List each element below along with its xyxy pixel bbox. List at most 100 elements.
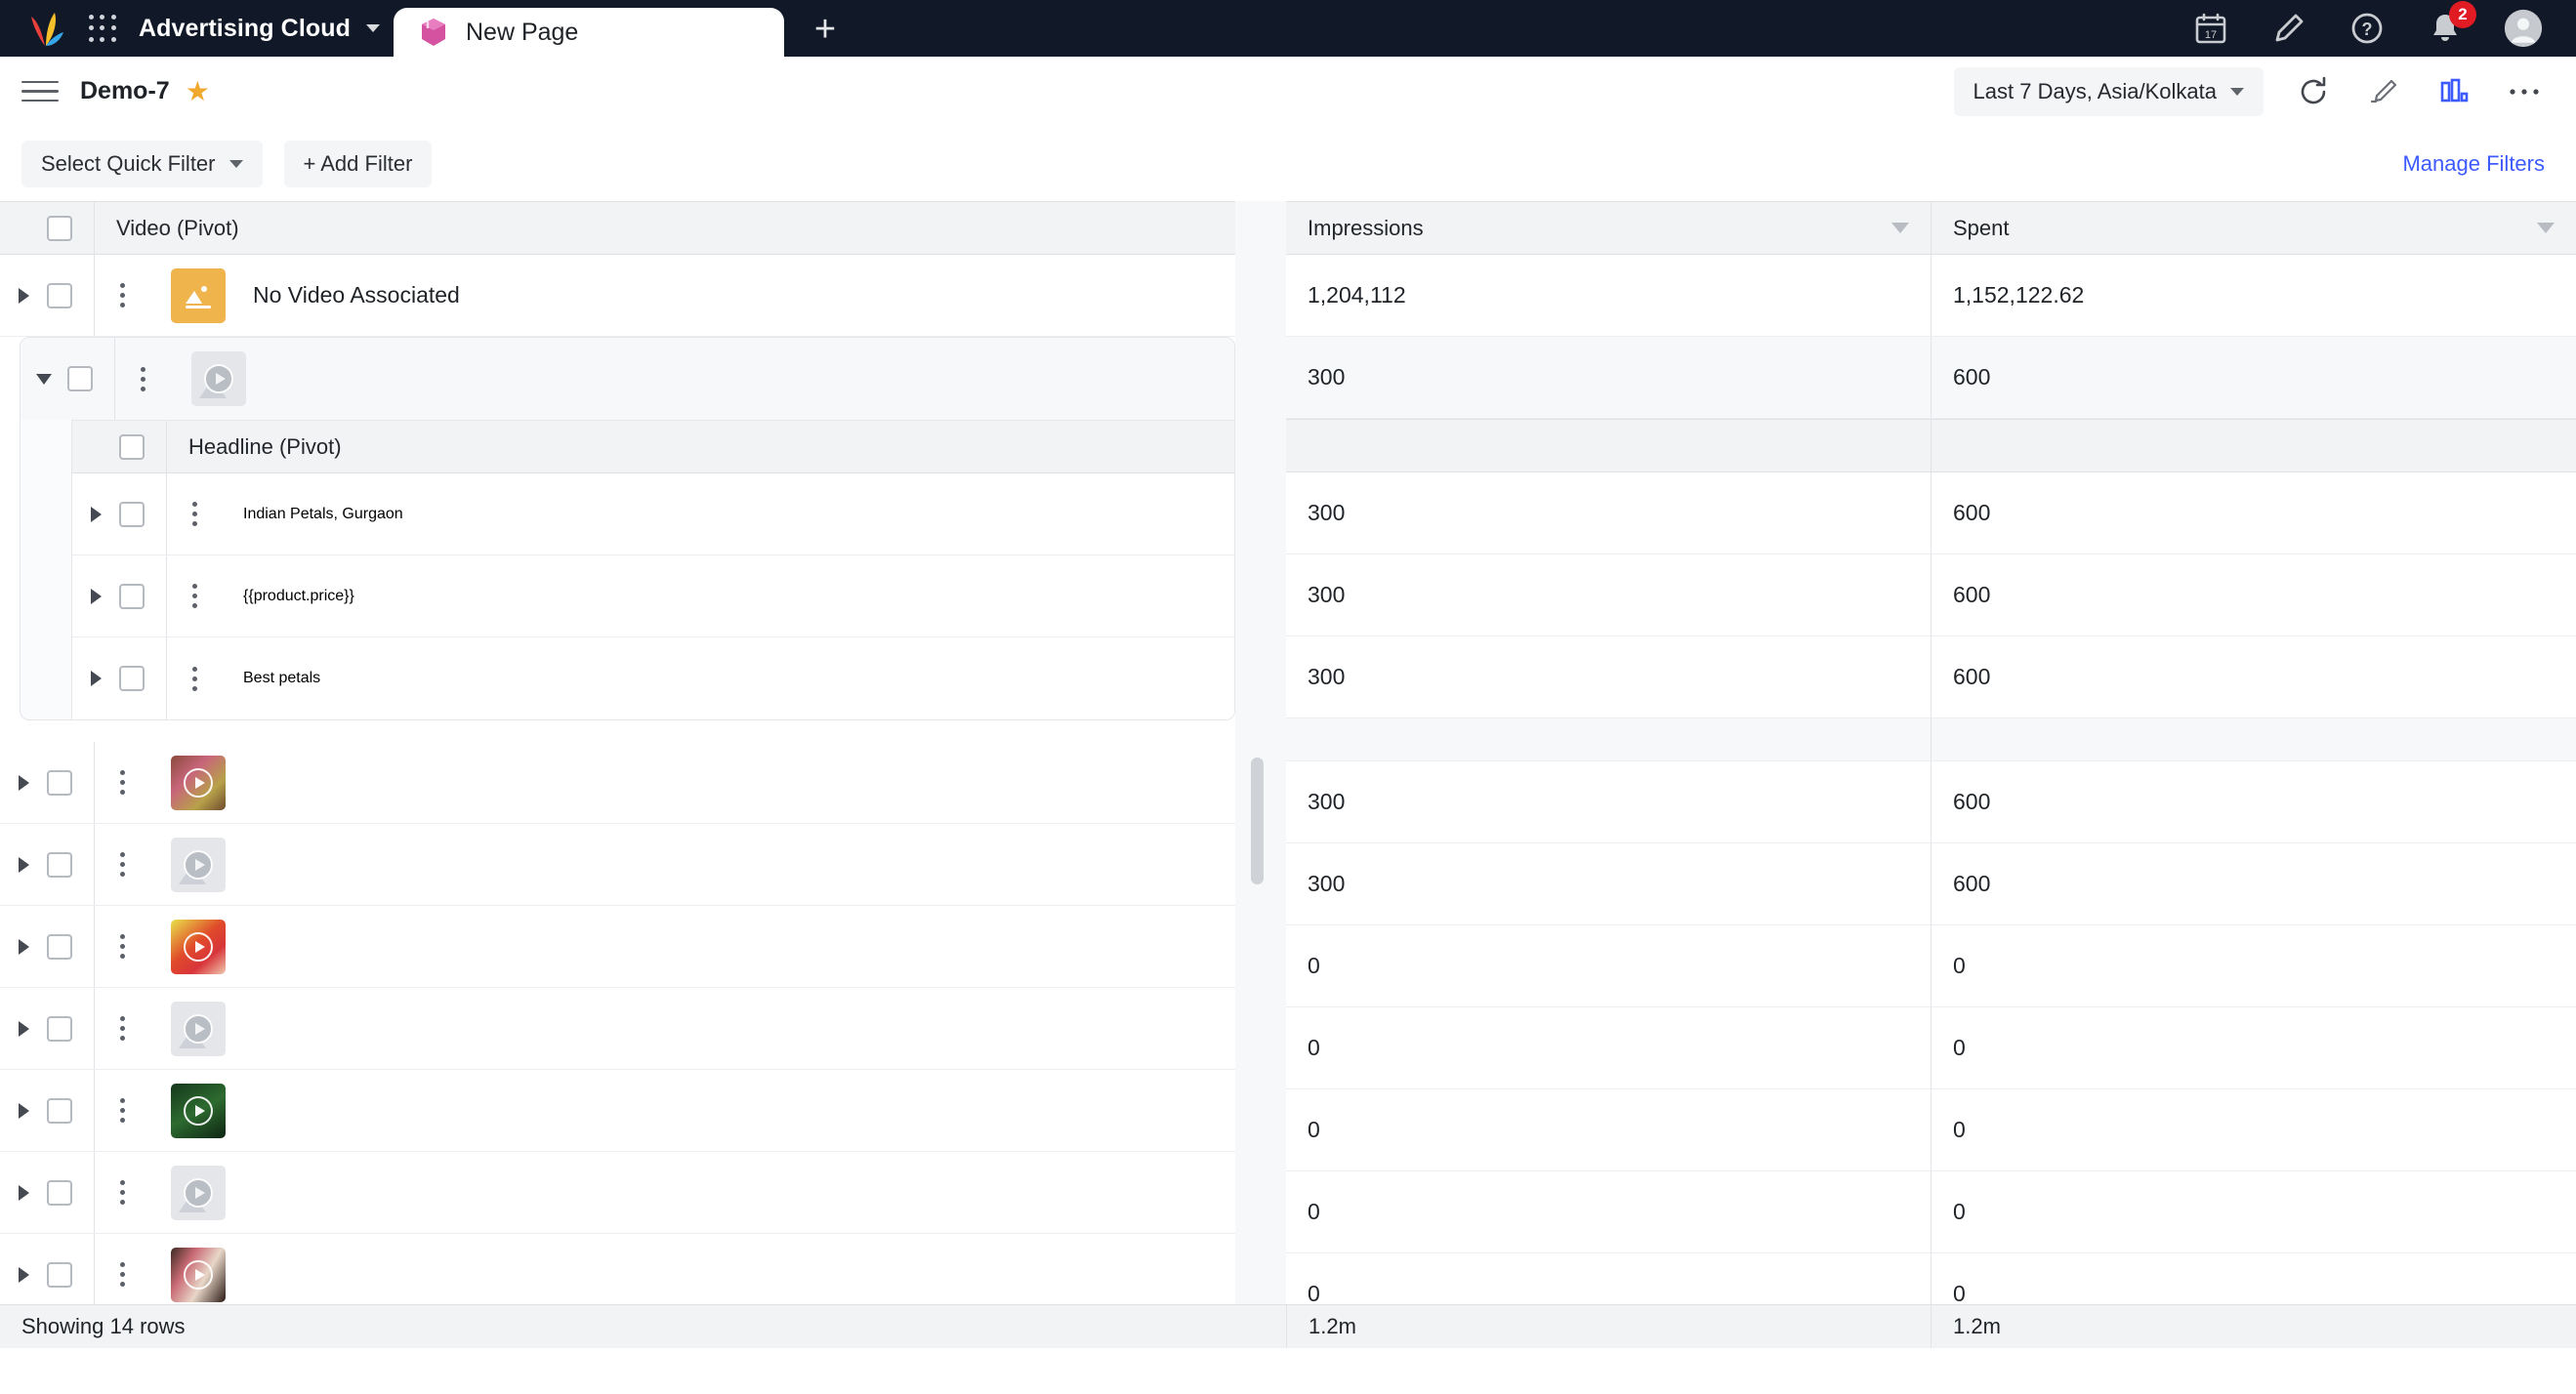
- row-checkbox[interactable]: [47, 1097, 72, 1124]
- row-checkbox[interactable]: [47, 769, 72, 796]
- row-expander[interactable]: [0, 1020, 47, 1037]
- scrollbar-thumb[interactable]: [1251, 758, 1264, 884]
- row-checkbox[interactable]: [47, 1261, 72, 1288]
- row-menu-button[interactable]: [95, 283, 149, 308]
- video-thumbnail-placeholder[interactable]: [191, 351, 246, 406]
- play-icon: [184, 1013, 213, 1044]
- row-menu-button[interactable]: [95, 1180, 149, 1205]
- row-expander[interactable]: [0, 938, 47, 955]
- video-thumbnail-placeholder[interactable]: [171, 837, 226, 892]
- add-filter-button[interactable]: + Add Filter: [283, 141, 433, 187]
- video-thumbnail-placeholder[interactable]: [171, 1001, 226, 1056]
- row-menu-button[interactable]: [95, 770, 149, 795]
- row-menu-button[interactable]: [95, 934, 149, 959]
- video-thumbnail[interactable]: [171, 755, 226, 810]
- notifications-bell-icon[interactable]: 2: [2426, 1, 2476, 48]
- table-row[interactable]: [0, 1234, 1235, 1304]
- refresh-icon[interactable]: [2293, 71, 2334, 112]
- select-all-checkbox-cell: [47, 215, 94, 241]
- annotate-pencil-icon[interactable]: [2363, 71, 2404, 112]
- row-checkbox[interactable]: [47, 851, 72, 878]
- metrics-row: 0 0: [1286, 925, 2576, 1007]
- new-tab-button[interactable]: +: [784, 8, 866, 57]
- row-menu-button[interactable]: [167, 502, 222, 526]
- sort-descending-icon[interactable]: [2537, 223, 2555, 233]
- row-menu-button[interactable]: [95, 1098, 149, 1123]
- group-checkbox-cell: [67, 366, 114, 391]
- row-expander[interactable]: [0, 1102, 47, 1119]
- row-checkbox[interactable]: [47, 933, 72, 960]
- header-headline-pivot-label: Headline (Pivot): [188, 433, 342, 459]
- group-bottom-gap: [0, 720, 1235, 742]
- favorite-star-icon[interactable]: ★: [186, 77, 210, 105]
- row-expander[interactable]: [0, 1266, 47, 1283]
- row-content: [149, 919, 1235, 974]
- header-headline-pivot[interactable]: Headline (Pivot): [167, 421, 1234, 472]
- quick-filter-dropdown[interactable]: Select Quick Filter: [21, 141, 263, 187]
- more-options-icon[interactable]: [2504, 71, 2545, 112]
- row-checkbox[interactable]: [47, 1015, 72, 1042]
- row-checkbox[interactable]: [119, 583, 145, 609]
- table-row[interactable]: {{product.price}}: [72, 555, 1234, 637]
- header-spent[interactable]: Spent: [1932, 202, 2576, 254]
- row-expander[interactable]: [0, 1184, 47, 1201]
- table-row[interactable]: [0, 988, 1235, 1070]
- row-checkbox-cell: [119, 666, 166, 691]
- row-label: Indian Petals, Gurgaon: [243, 505, 403, 522]
- metrics-row: 300 600: [1286, 554, 2576, 636]
- chart-view-icon[interactable]: [2433, 71, 2474, 112]
- metrics-row: 300 600: [1286, 472, 2576, 554]
- row-expander[interactable]: [72, 588, 119, 604]
- row-expander[interactable]: [72, 506, 119, 522]
- browser-tab[interactable]: New Page: [393, 8, 784, 57]
- row-menu-button[interactable]: [167, 584, 222, 608]
- row-menu-button[interactable]: [95, 1016, 149, 1041]
- user-avatar[interactable]: [2504, 9, 2543, 48]
- row-checkbox[interactable]: [47, 282, 72, 308]
- manage-filters-link[interactable]: Manage Filters: [2402, 151, 2545, 177]
- video-thumbnail[interactable]: [171, 1247, 226, 1302]
- table-row[interactable]: [0, 906, 1235, 988]
- edit-pencil-icon[interactable]: [2269, 9, 2308, 48]
- table-row[interactable]: [0, 1152, 1235, 1234]
- table-row[interactable]: Best petals: [72, 637, 1234, 719]
- table-row[interactable]: [0, 1070, 1235, 1152]
- table-row[interactable]: No Video Associated: [0, 255, 1235, 337]
- table-row[interactable]: [0, 742, 1235, 824]
- table-row[interactable]: [0, 824, 1235, 906]
- calendar-icon[interactable]: 17: [2191, 9, 2230, 48]
- row-checkbox[interactable]: [119, 501, 145, 527]
- sort-descending-icon[interactable]: [1891, 223, 1909, 233]
- table-row[interactable]: Indian Petals, Gurgaon: [72, 473, 1234, 555]
- row-menu-button[interactable]: [95, 1262, 149, 1287]
- row-expander[interactable]: [0, 856, 47, 873]
- group-collapse-toggle[interactable]: [21, 373, 67, 385]
- row-menu-button[interactable]: [167, 666, 222, 691]
- date-range-selector[interactable]: Last 7 Days, Asia/Kolkata: [1953, 66, 2264, 116]
- row-menu-button[interactable]: [95, 852, 149, 877]
- vertical-scrollbar[interactable]: [1235, 201, 1286, 1304]
- video-thumbnail[interactable]: [171, 919, 226, 974]
- video-thumbnail-placeholder[interactable]: [171, 1165, 226, 1220]
- group-menu-button[interactable]: [115, 366, 170, 391]
- group-checkbox[interactable]: [67, 366, 93, 391]
- row-expander[interactable]: [72, 671, 119, 686]
- chevron-down-icon: [365, 24, 380, 32]
- tab-title: New Page: [465, 18, 579, 46]
- app-switcher-icon[interactable]: [88, 14, 117, 43]
- row-checkbox[interactable]: [47, 1179, 72, 1206]
- row-expander[interactable]: [0, 287, 47, 304]
- quick-filter-label: Select Quick Filter: [41, 151, 216, 176]
- brand-menu[interactable]: Advertising Cloud: [139, 15, 380, 43]
- header-impressions[interactable]: Impressions: [1286, 202, 1931, 254]
- group-header-row[interactable]: [21, 338, 1234, 420]
- nested-select-all-checkbox[interactable]: [119, 433, 145, 460]
- play-icon: [184, 1095, 213, 1126]
- menu-hamburger-icon[interactable]: [21, 73, 59, 110]
- row-checkbox[interactable]: [119, 666, 145, 691]
- help-icon[interactable]: ?: [2347, 9, 2387, 48]
- select-all-checkbox[interactable]: [47, 215, 72, 241]
- video-thumbnail[interactable]: [171, 1083, 226, 1138]
- header-video-pivot[interactable]: Video (Pivot): [95, 202, 1235, 254]
- row-expander[interactable]: [0, 774, 47, 791]
